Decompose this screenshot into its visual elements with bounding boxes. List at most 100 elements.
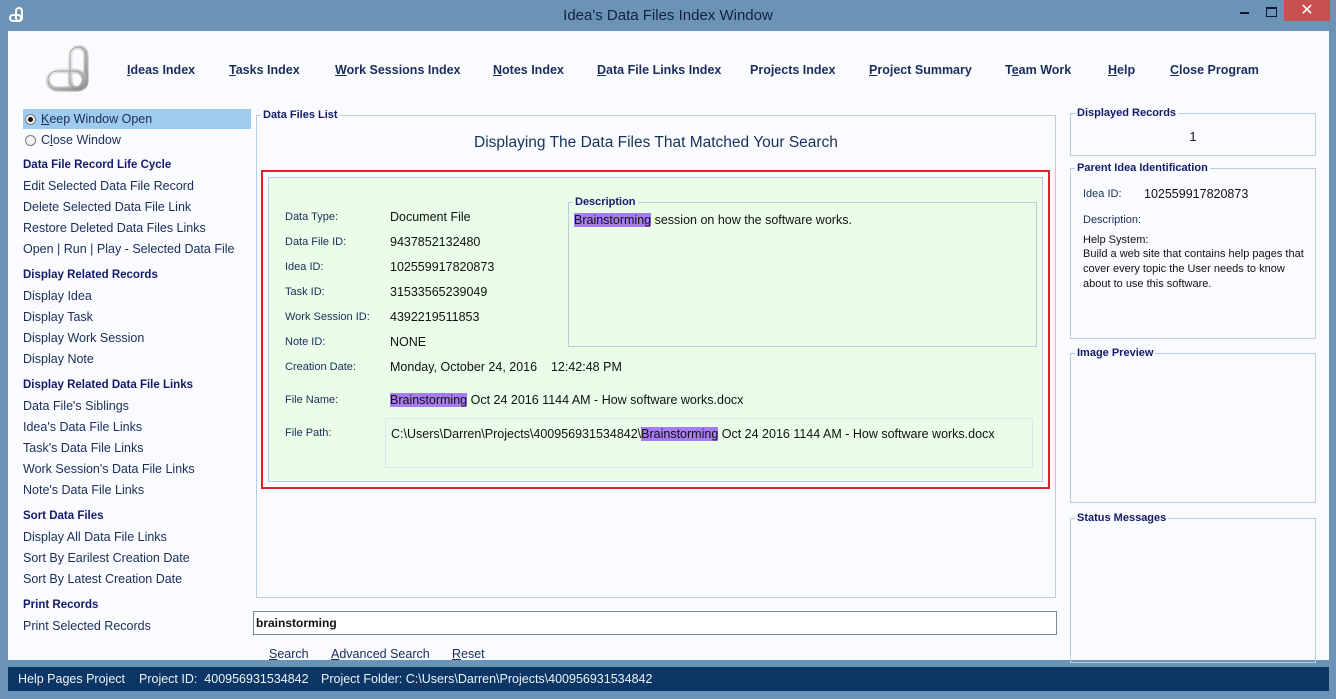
restore-deleted-links-link[interactable]: Restore Deleted Data Files Links — [23, 218, 251, 239]
minimize-button[interactable] — [1232, 0, 1258, 21]
data-file-siblings-link[interactable]: Data File's Siblings — [23, 396, 251, 417]
radio-label: ose Window — [52, 133, 121, 147]
section-heading-sort: Sort Data Files — [23, 510, 104, 522]
radio-label: C — [41, 133, 51, 147]
ideas-data-file-links-link[interactable]: Idea's Data File Links — [23, 417, 251, 438]
displayed-records-label: Displayed Records — [1075, 107, 1179, 120]
button-label: eset — [461, 647, 485, 661]
nav-projects-index[interactable]: Projects Index — [750, 63, 835, 77]
parent-idea-description-label: Description: — [1083, 214, 1142, 226]
selected-record-highlight[interactable]: Data Type: Document File Data File ID: 9… — [261, 170, 1050, 489]
edit-selected-record-link[interactable]: Edit Selected Data File Record — [23, 176, 251, 197]
section-heading-related-links: Display Related Data File Links — [23, 379, 194, 391]
nav-label: lose Program — [1179, 63, 1259, 77]
sort-earliest-link[interactable]: Sort By Earilest Creation Date — [23, 548, 251, 569]
display-work-session-link[interactable]: Display Work Session — [23, 328, 251, 349]
nav-mnemonic: D — [597, 63, 607, 77]
displayed-records-group: Displayed Records 1 — [1070, 107, 1316, 156]
data-file-id-label: Data File ID: — [285, 236, 347, 248]
description-label: Description — [573, 196, 638, 209]
nav-label: deas Index — [130, 63, 196, 77]
display-note-link[interactable]: Display Note — [23, 349, 251, 370]
results-heading: Displaying The Data Files That Matched Y… — [474, 134, 838, 151]
parent-idea-description-text: Build a web site that contains help page… — [1083, 248, 1304, 290]
search-button[interactable]: Search — [269, 647, 309, 661]
note-id-value: NONE — [390, 335, 427, 349]
print-selected-records-link[interactable]: Print Selected Records — [23, 616, 251, 637]
nav-mnemonic: T — [229, 63, 236, 77]
chain-link-logo-icon — [45, 45, 89, 92]
file-name-rest: Oct 24 2016 1144 AM - How software works… — [467, 393, 744, 407]
close-icon: ✕ — [1300, 2, 1314, 19]
nav-project-summary[interactable]: Project Summary — [869, 63, 972, 77]
file-path-value: C:\Users\Darren\Projects\400956931534842… — [391, 427, 995, 441]
window-title: Idea's Data Files Index Window — [563, 7, 773, 24]
description-text: Brainstorming session on how the softwar… — [574, 213, 852, 227]
search-input[interactable] — [253, 611, 1057, 635]
file-name-label: File Name: — [285, 394, 339, 406]
description-group: Description Brainstorming session on how… — [568, 196, 1037, 347]
parent-idea-group: Parent Idea Identification Idea ID: 1025… — [1070, 162, 1316, 339]
advanced-search-button[interactable]: Advanced Search — [331, 647, 430, 661]
button-mnemonic: R — [452, 647, 462, 661]
status-messages-label: Status Messages — [1075, 512, 1169, 525]
project-name: Help Pages Project — [18, 672, 126, 686]
display-idea-link[interactable]: Display Idea — [23, 286, 251, 307]
note-id-label: Note ID: — [285, 336, 326, 348]
keep-window-open-radio[interactable]: Keep Window Open — [23, 109, 251, 129]
nav-close-program[interactable]: Close Program — [1170, 63, 1259, 77]
close-window-radio[interactable]: Cl ose Window — [23, 130, 251, 150]
group-label: Data Files List — [261, 109, 340, 122]
radio-label: eep Window Open — [49, 112, 153, 126]
work-sessions-data-file-links-link[interactable]: Work Session's Data File Links — [23, 459, 251, 480]
file-path-rest: Oct 24 2016 1144 AM - How software works… — [718, 427, 995, 441]
nav-tasks-index[interactable]: Tasks Index — [229, 63, 300, 77]
delete-selected-link-link[interactable]: Delete Selected Data File Link — [23, 197, 251, 218]
open-run-play-link[interactable]: Open | Run | Play - Selected Data File — [23, 239, 251, 260]
parent-idea-description-title: Help System: — [1083, 234, 1149, 246]
data-type-label: Data Type: — [285, 211, 338, 223]
nav-label: T — [1005, 63, 1012, 77]
tasks-data-file-links-link[interactable]: Task's Data File Links — [23, 438, 251, 459]
image-preview-group: Image Preview — [1070, 347, 1316, 503]
work-session-id-value: 4392219511853 — [390, 310, 480, 324]
maximize-button[interactable] — [1258, 0, 1284, 21]
file-path-box[interactable]: C:\Users\Darren\Projects\400956931534842… — [385, 418, 1033, 468]
title-bar: Idea's Data Files Index Window ✕ — [0, 0, 1336, 31]
task-id-value: 31533565239049 — [390, 285, 488, 299]
notes-data-file-links-link[interactable]: Note's Data File Links — [23, 480, 251, 501]
display-all-links-link[interactable]: Display All Data File Links — [23, 527, 251, 548]
task-id-label: Task ID: — [285, 286, 325, 298]
nav-label: ata File Links Index — [606, 63, 722, 77]
reset-button[interactable]: Reset — [452, 647, 485, 661]
nav-label: Projects Index — [750, 63, 836, 77]
nav-team-work[interactable]: Team Work — [1005, 63, 1071, 77]
project-folder: Project Folder: C:\Users\Darren\Projects… — [321, 672, 653, 686]
description-rest: session on how the software works. — [651, 213, 852, 227]
search-match-highlight: Brainstorming — [390, 393, 468, 407]
data-type-value: Document File — [390, 210, 471, 224]
nav-mnemonic: e — [1011, 63, 1019, 77]
nav-mnemonic: H — [1108, 63, 1118, 77]
close-window-button[interactable]: ✕ — [1284, 0, 1330, 21]
nav-mnemonic: W — [335, 63, 347, 77]
nav-mnemonic: C — [1170, 63, 1180, 77]
section-heading-print: Print Records — [23, 599, 99, 611]
nav-help[interactable]: Help — [1108, 63, 1135, 77]
window-client-area: Ideas Index Tasks Index Work Sessions In… — [8, 31, 1329, 663]
nav-notes-index[interactable]: Notes Index — [493, 63, 564, 77]
nav-label: asks Index — [235, 63, 300, 77]
display-task-link[interactable]: Display Task — [23, 307, 251, 328]
nav-work-sessions-index[interactable]: Work Sessions Index — [335, 63, 461, 77]
displayed-records-count: 1 — [1189, 129, 1197, 144]
file-path-label: File Path: — [285, 427, 332, 439]
status-messages-group: Status Messages — [1070, 512, 1316, 663]
data-file-record[interactable]: Data Type: Document File Data File ID: 9… — [268, 177, 1043, 482]
nav-data-file-links-index[interactable]: Data File Links Index — [597, 63, 721, 77]
parent-idea-id-label: Idea ID: — [1083, 188, 1122, 200]
radio-unselected-icon — [25, 134, 36, 146]
sort-latest-link[interactable]: Sort By Latest Creation Date — [23, 569, 251, 590]
creation-date-label: Creation Date: — [285, 361, 356, 373]
image-preview-label: Image Preview — [1075, 347, 1156, 360]
nav-ideas-index[interactable]: Ideas Index — [127, 63, 195, 77]
